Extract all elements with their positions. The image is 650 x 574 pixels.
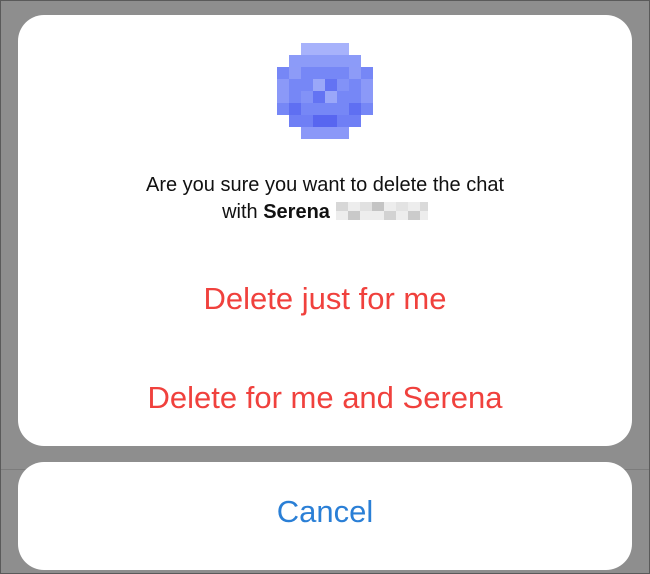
cancel-button[interactable]: Cancel: [18, 462, 632, 570]
cancel-label: Cancel: [276, 494, 374, 529]
delete-for-me-and-contact-button[interactable]: Delete for me and Serena: [18, 380, 632, 416]
message-line-2: with Serena: [18, 199, 632, 226]
contact-first-name: Serena: [263, 201, 330, 223]
message-with: with: [222, 201, 258, 223]
pixelated-surname-redaction: [335, 201, 428, 220]
message-prefix: Are you sure you want to delete the chat: [146, 174, 504, 196]
delete-confirmation-message: Are you sure you want to delete the chat…: [18, 172, 632, 226]
pixelated-contact-avatar-icon: [277, 43, 373, 139]
delete-just-for-me-button[interactable]: Delete just for me: [18, 281, 632, 317]
message-line-1: Are you sure you want to delete the chat: [18, 172, 632, 199]
